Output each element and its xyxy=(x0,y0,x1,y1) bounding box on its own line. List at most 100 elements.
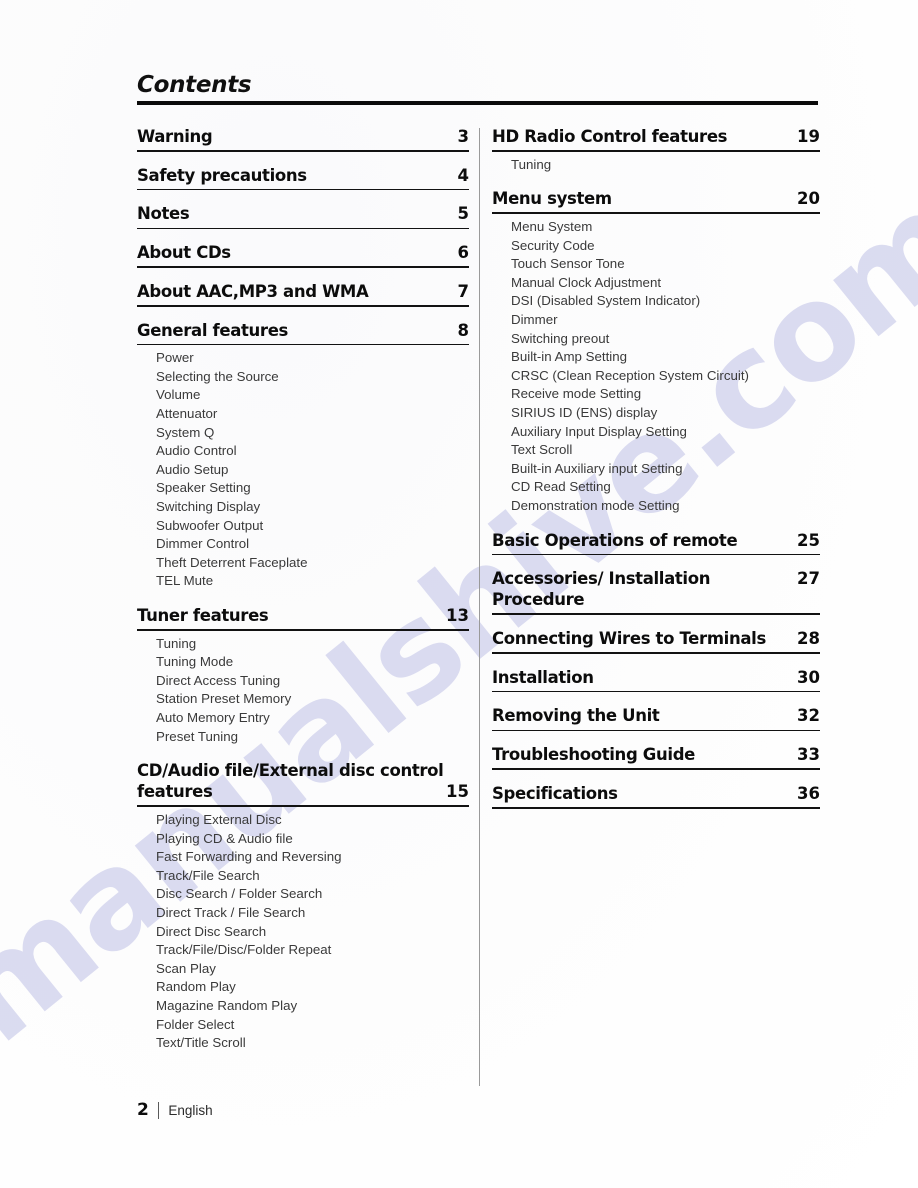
toc-subitem[interactable]: DSI (Disabled System Indicator) xyxy=(511,292,820,311)
toc-entry-rule xyxy=(137,629,469,631)
toc-subitem[interactable]: Power xyxy=(156,349,469,368)
toc-subitem[interactable]: Speaker Setting xyxy=(156,479,469,498)
toc-subitem[interactable]: Auxiliary Input Display Setting xyxy=(511,423,820,442)
page-footer: 2 English xyxy=(137,1100,213,1120)
column-divider xyxy=(479,128,480,1086)
toc-entry-title: Specifications xyxy=(492,783,618,803)
toc-subitem[interactable]: Folder Select xyxy=(156,1016,469,1035)
toc-entry[interactable]: CD/Audio file/External disc control featu… xyxy=(137,760,469,1053)
toc-entry-rule xyxy=(492,768,820,770)
toc-subitem[interactable]: Direct Disc Search xyxy=(156,923,469,942)
toc-entry[interactable]: HD Radio Control features 19 Tuning xyxy=(492,126,820,174)
toc-subitem[interactable]: Magazine Random Play xyxy=(156,997,469,1016)
toc-subitem[interactable]: SIRIUS ID (ENS) display xyxy=(511,404,820,423)
toc-entry[interactable]: Troubleshooting Guide 33 xyxy=(492,744,820,770)
toc-entry-page-number: 3 xyxy=(457,127,469,146)
toc-entry-title: HD Radio Control features xyxy=(492,127,728,146)
toc-entry-page-number: 19 xyxy=(797,127,820,146)
toc-entry[interactable]: Basic Operations of remote 25 xyxy=(492,530,820,556)
toc-entry-page-number: 7 xyxy=(457,281,469,301)
toc-subitem[interactable]: Random Play xyxy=(156,978,469,997)
toc-subitem[interactable]: Audio Setup xyxy=(156,461,469,480)
toc-subitem[interactable]: Demonstration mode Setting xyxy=(511,497,820,516)
toc-subitem[interactable]: Track/File/Disc/Folder Repeat xyxy=(156,941,469,960)
toc-entry[interactable]: Safety precautions 4 xyxy=(137,165,469,191)
toc-subitem[interactable]: Built-in Amp Setting xyxy=(511,348,820,367)
toc-subitem[interactable]: Menu System xyxy=(511,218,820,237)
toc-entry-title: About CDs xyxy=(137,243,231,263)
toc-sublist: Playing External Disc Playing CD & Audio … xyxy=(137,811,469,1053)
toc-entry-rule xyxy=(137,150,469,152)
toc-spacer xyxy=(492,654,820,667)
toc-entry[interactable]: Specifications 36 xyxy=(492,783,820,809)
toc-subitem[interactable]: Volume xyxy=(156,386,469,405)
toc-entry-title: General features xyxy=(137,320,289,340)
toc-subitem[interactable]: Playing CD & Audio file xyxy=(156,830,469,849)
toc-subitem[interactable]: Receive mode Setting xyxy=(511,385,820,404)
toc-subitem[interactable]: Manual Clock Adjustment xyxy=(511,274,820,293)
toc-entry-title: Connecting Wires to Terminals xyxy=(492,629,766,649)
toc-subitem[interactable]: Preset Tuning xyxy=(156,728,469,747)
toc-entry-title: Troubleshooting Guide xyxy=(492,745,696,765)
toc-subitem[interactable]: Text/Title Scroll xyxy=(156,1034,469,1053)
toc-subitem[interactable]: Direct Access Tuning xyxy=(156,672,469,691)
toc-subitem[interactable]: Track/File Search xyxy=(156,867,469,886)
toc-subitem[interactable]: Dimmer Control xyxy=(156,535,469,554)
toc-entry[interactable]: About AAC,MP3 and WMA 7 xyxy=(137,281,469,307)
toc-spacer xyxy=(492,770,820,783)
toc-entry-rule xyxy=(492,150,820,152)
toc-spacer xyxy=(137,190,469,203)
toc-subitem[interactable]: Tuning xyxy=(156,635,469,654)
toc-subitem[interactable]: Built-in Auxiliary input Setting xyxy=(511,460,820,479)
toc-subitem[interactable]: Dimmer xyxy=(511,311,820,330)
toc-entry[interactable]: Menu system 20 Menu System Security Code Tou… xyxy=(492,188,820,515)
toc-subitem[interactable]: TEL Mute xyxy=(156,572,469,591)
toc-subitem[interactable]: Auto Memory Entry xyxy=(156,709,469,728)
toc-subitem[interactable]: Disc Search / Folder Search xyxy=(156,885,469,904)
toc-subitem[interactable]: Playing External Disc xyxy=(156,811,469,830)
toc-entry[interactable]: General features 8 Power Selecting the Sour… xyxy=(137,320,469,591)
toc-subitem[interactable]: Direct Track / File Search xyxy=(156,904,469,923)
toc-subitem[interactable]: Text Scroll xyxy=(511,441,820,460)
toc-entry[interactable]: Removing the Unit 32 xyxy=(492,705,820,732)
toc-subitem[interactable]: System Q xyxy=(156,424,469,443)
toc-spacer xyxy=(137,268,469,281)
toc-entry[interactable]: Installation 30 xyxy=(492,667,820,693)
toc-entry-rule xyxy=(492,690,820,693)
toc-right-column: HD Radio Control features 19 Tuning Menu sy… xyxy=(492,126,820,822)
toc-left-column: Warning 3 Safety precautions 4 Notes 5 About C… xyxy=(137,126,469,1067)
toc-entry[interactable]: Tuner features 13 Tuning Tuning Mode Direct … xyxy=(137,605,469,746)
toc-entry[interactable]: Warning 3 xyxy=(137,126,469,152)
toc-subitem[interactable]: Selecting the Source xyxy=(156,368,469,387)
toc-subitem[interactable]: CRSC (Clean Reception System Circuit) xyxy=(511,367,820,386)
toc-spacer xyxy=(137,746,469,760)
toc-subitem[interactable]: Security Code xyxy=(511,237,820,256)
toc-subitem[interactable]: Touch Sensor Tone xyxy=(511,255,820,274)
toc-subitem[interactable]: Attenuator xyxy=(156,405,469,424)
toc-subitem[interactable]: Station Preset Memory xyxy=(156,690,469,709)
toc-entry-title: Installation xyxy=(492,667,594,687)
toc-spacer xyxy=(492,809,820,822)
toc-subitem[interactable]: CD Read Setting xyxy=(511,478,820,497)
toc-entry-title: CD/Audio file/External disc control xyxy=(137,761,444,781)
toc-subitem[interactable]: Subwoofer Output xyxy=(156,517,469,536)
toc-entry-page-number: 33 xyxy=(797,745,820,765)
toc-subitem[interactable]: Switching Display xyxy=(156,498,469,517)
toc-entry-title: About AAC,MP3 and WMA xyxy=(137,281,369,301)
toc-subitem[interactable]: Scan Play xyxy=(156,960,469,979)
toc-entry[interactable]: Connecting Wires to Terminals 28 xyxy=(492,628,820,654)
toc-subitem[interactable]: Audio Control xyxy=(156,442,469,461)
toc-entry[interactable]: Notes 5 xyxy=(137,203,469,230)
toc-entry-title: Safety precautions xyxy=(137,165,307,185)
toc-subitem[interactable]: Fast Forwarding and Reversing xyxy=(156,848,469,867)
toc-entry[interactable]: Accessories/ Installation Procedure 27 xyxy=(492,568,820,616)
toc-entry-title-line2: features xyxy=(137,782,213,802)
toc-subitem[interactable]: Switching preout xyxy=(511,330,820,349)
toc-subitem[interactable]: Tuning xyxy=(511,156,820,175)
toc-entry[interactable]: About CDs 6 xyxy=(137,242,469,268)
toc-subitem[interactable]: Theft Deterrent Faceplate xyxy=(156,554,469,573)
scanned-page: manualshive.com Contents Warning 3 Safety … xyxy=(0,0,918,1188)
toc-subitem[interactable]: Tuning Mode xyxy=(156,653,469,672)
toc-entry-rule xyxy=(137,304,469,307)
toc-sublist: Tuning xyxy=(492,156,820,175)
